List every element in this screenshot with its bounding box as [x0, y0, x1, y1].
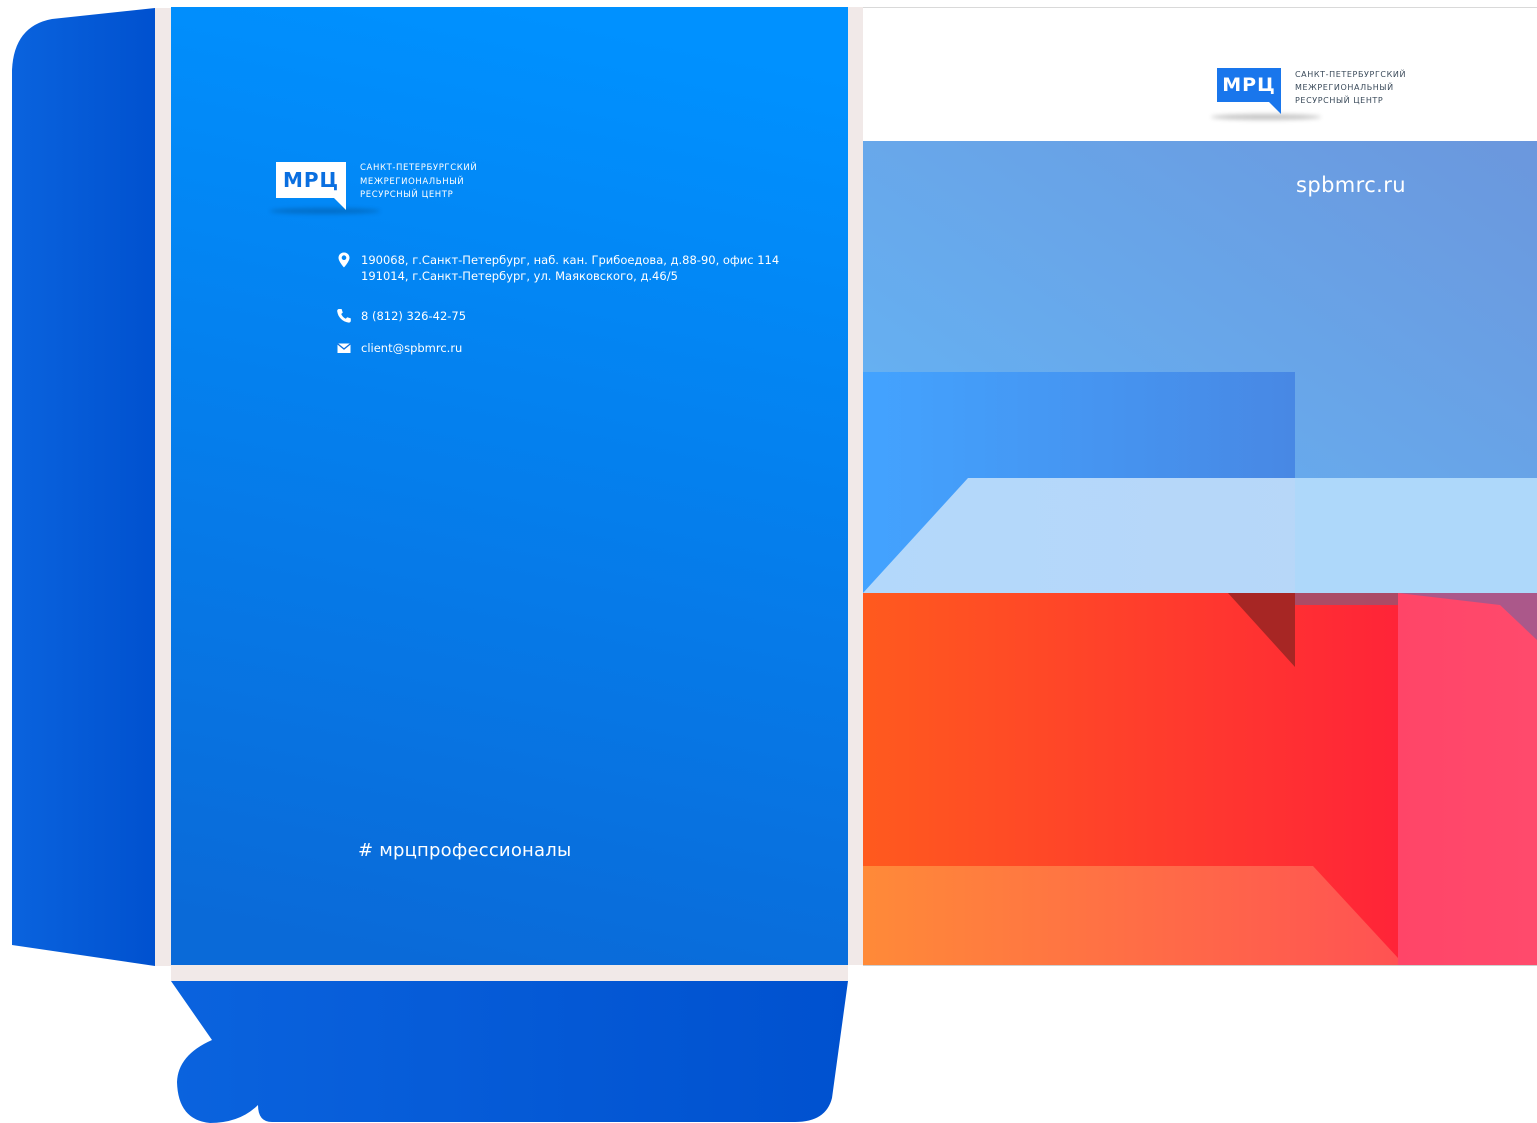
folder-mockup: МРЦ Санкт-Петербургский межрегиональный …: [0, 0, 1537, 1123]
folder-artwork: [12, 7, 1537, 1123]
phone-row: 8 (812) 326-42-75: [336, 308, 466, 324]
logo-name-line: межрегиональный: [1295, 83, 1394, 92]
address-line: 190068, г.Санкт-Петербург, наб. кан. Гри…: [361, 253, 780, 267]
bottom-pocket-flap: [171, 981, 848, 1123]
logo-name-line: межрегиональный: [360, 176, 465, 187]
logo-name-line: Санкт-Петербургский: [360, 163, 478, 173]
email-row: client@spbmrc.ru: [336, 340, 462, 356]
logo-mark: МРЦ: [1217, 68, 1281, 114]
logo-shadow: [270, 208, 380, 214]
logo-mark-text: МРЦ: [282, 168, 340, 192]
logo-name-line: ресурсный центр: [1295, 96, 1384, 105]
side-flap: [12, 8, 155, 966]
back-cover: [171, 7, 848, 965]
front-logo: МРЦ Санкт-Петербургский межрегиональный …: [1211, 68, 1406, 120]
logo-mark-text: МРЦ: [1222, 74, 1276, 96]
spine: [848, 7, 863, 965]
bottom-glue-strip: [171, 965, 848, 981]
website-url: spbmrc.ru: [1296, 173, 1406, 197]
address-row: 190068, г.Санкт-Петербург, наб. кан. Гри…: [336, 252, 779, 284]
location-pin-icon: [338, 252, 350, 268]
envelope-icon: [337, 343, 351, 353]
side-glue-strip: [155, 8, 171, 966]
logo-mark: МРЦ: [276, 162, 346, 210]
back-logo: МРЦ Санкт-Петербургский межрегиональный …: [270, 162, 477, 214]
logo-shadow: [1211, 114, 1321, 120]
address-line: 191014, г.Санкт-Петербург, ул. Маяковско…: [361, 269, 678, 283]
address-lines: 190068, г.Санкт-Петербург, наб. кан. Гри…: [361, 252, 779, 284]
email-text: client@spbmrc.ru: [361, 341, 463, 355]
phone-text: 8 (812) 326-42-75: [361, 309, 467, 323]
logo-name: Санкт-Петербургский межрегиональный ресу…: [360, 162, 477, 203]
front-cover: [863, 7, 1537, 966]
logo-name: Санкт-Петербургский межрегиональный ресу…: [1295, 68, 1406, 107]
logo-name-line: Санкт-Петербургский: [1295, 70, 1407, 79]
logo-name-line: ресурсный центр: [360, 190, 454, 200]
phone-icon: [337, 309, 351, 323]
hashtag: # мрцпрофессионалы: [358, 840, 572, 861]
